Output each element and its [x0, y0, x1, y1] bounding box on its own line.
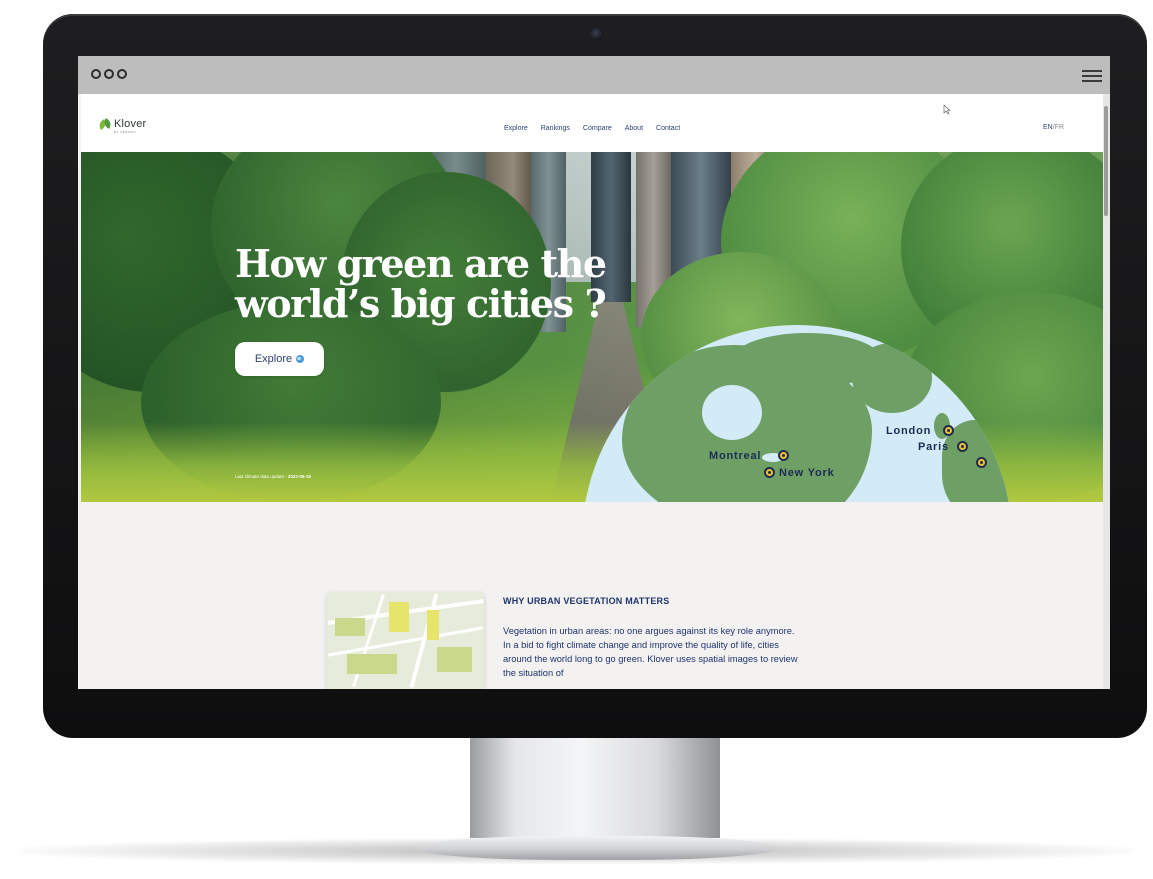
globe-icon [296, 355, 305, 363]
hudson-bay [702, 385, 762, 440]
globe-map[interactable]: Montreal New York London Paris [582, 325, 1012, 502]
city-pin-montreal[interactable] [778, 450, 789, 461]
hero-title-line-2: world’s big cities ? [235, 281, 607, 326]
city-pin[interactable] [976, 457, 987, 468]
browser-toolbar [78, 56, 1110, 94]
nav-link-contact[interactable]: Contact [656, 125, 680, 132]
greenland-land [852, 343, 932, 413]
close-window-button[interactable] [91, 69, 101, 79]
urban-vegetation-map-image [327, 592, 484, 689]
lang-fr[interactable]: FR [1055, 124, 1064, 131]
screen: Klover BY KERMAN Explore Rankings Compar… [78, 56, 1110, 689]
city-label-london[interactable]: London [886, 425, 931, 437]
nav-link-rankings[interactable]: Rankings [541, 125, 570, 132]
explore-button-label: Explore [254, 353, 293, 365]
section-body: Vegetation in urban areas: no one argues… [503, 626, 798, 678]
city-label-paris[interactable]: Paris [918, 441, 949, 453]
map-green-area [437, 647, 472, 672]
logo-text: Klover [114, 118, 147, 130]
monitor-base [415, 836, 777, 860]
last-update-date: 2022-05-18 [287, 474, 311, 479]
nav-link-compare[interactable]: Compare [583, 125, 612, 132]
minimize-window-button[interactable] [104, 69, 114, 79]
top-nav: Klover BY KERMAN Explore Rankings Compar… [81, 94, 1103, 152]
monitor-stand [470, 738, 720, 838]
window-controls [91, 69, 127, 79]
language-switcher: EN/FR [1043, 124, 1064, 131]
web-page: Klover BY KERMAN Explore Rankings Compar… [81, 94, 1103, 689]
hamburger-menu-icon[interactable] [1082, 70, 1102, 82]
mouse-cursor-icon [943, 105, 951, 115]
logo-subtext: BY KERMAN [114, 130, 137, 134]
nav-link-about[interactable]: About [625, 125, 643, 132]
leaf-icon [99, 119, 112, 130]
camera-icon [591, 28, 603, 40]
lang-en[interactable]: EN [1043, 124, 1053, 131]
city-pin-paris[interactable] [957, 441, 968, 452]
klover-logo[interactable]: Klover BY KERMAN [99, 118, 147, 134]
section-title: WHY URBAN VEGETATION MATTERS [503, 596, 670, 606]
hero-title-line-1: How green are the [235, 241, 607, 286]
nav-links: Explore Rankings Compare About Contact [504, 125, 680, 132]
city-label-montreal[interactable]: Montreal [709, 450, 761, 462]
map-green-area [427, 610, 439, 640]
city-pin-new-york[interactable] [764, 467, 775, 478]
maximize-window-button[interactable] [117, 69, 127, 79]
nav-link-explore[interactable]: Explore [504, 125, 528, 132]
city-pin-london[interactable] [943, 425, 954, 436]
map-green-area [347, 654, 397, 674]
explore-button[interactable]: Explore [235, 342, 324, 376]
city-label-new-york[interactable]: New York [779, 467, 835, 479]
last-update-label: Last climate data update : [235, 474, 287, 479]
hero-banner: How green are the world’s big cities ? E… [81, 152, 1103, 502]
map-green-area [389, 602, 409, 632]
hero-title: How green are the world’s big cities ? [235, 244, 655, 324]
map-green-area [335, 618, 365, 636]
scrollbar-thumb[interactable] [1104, 106, 1108, 216]
last-update: Last climate data update : 2022-05-18 [235, 474, 311, 479]
